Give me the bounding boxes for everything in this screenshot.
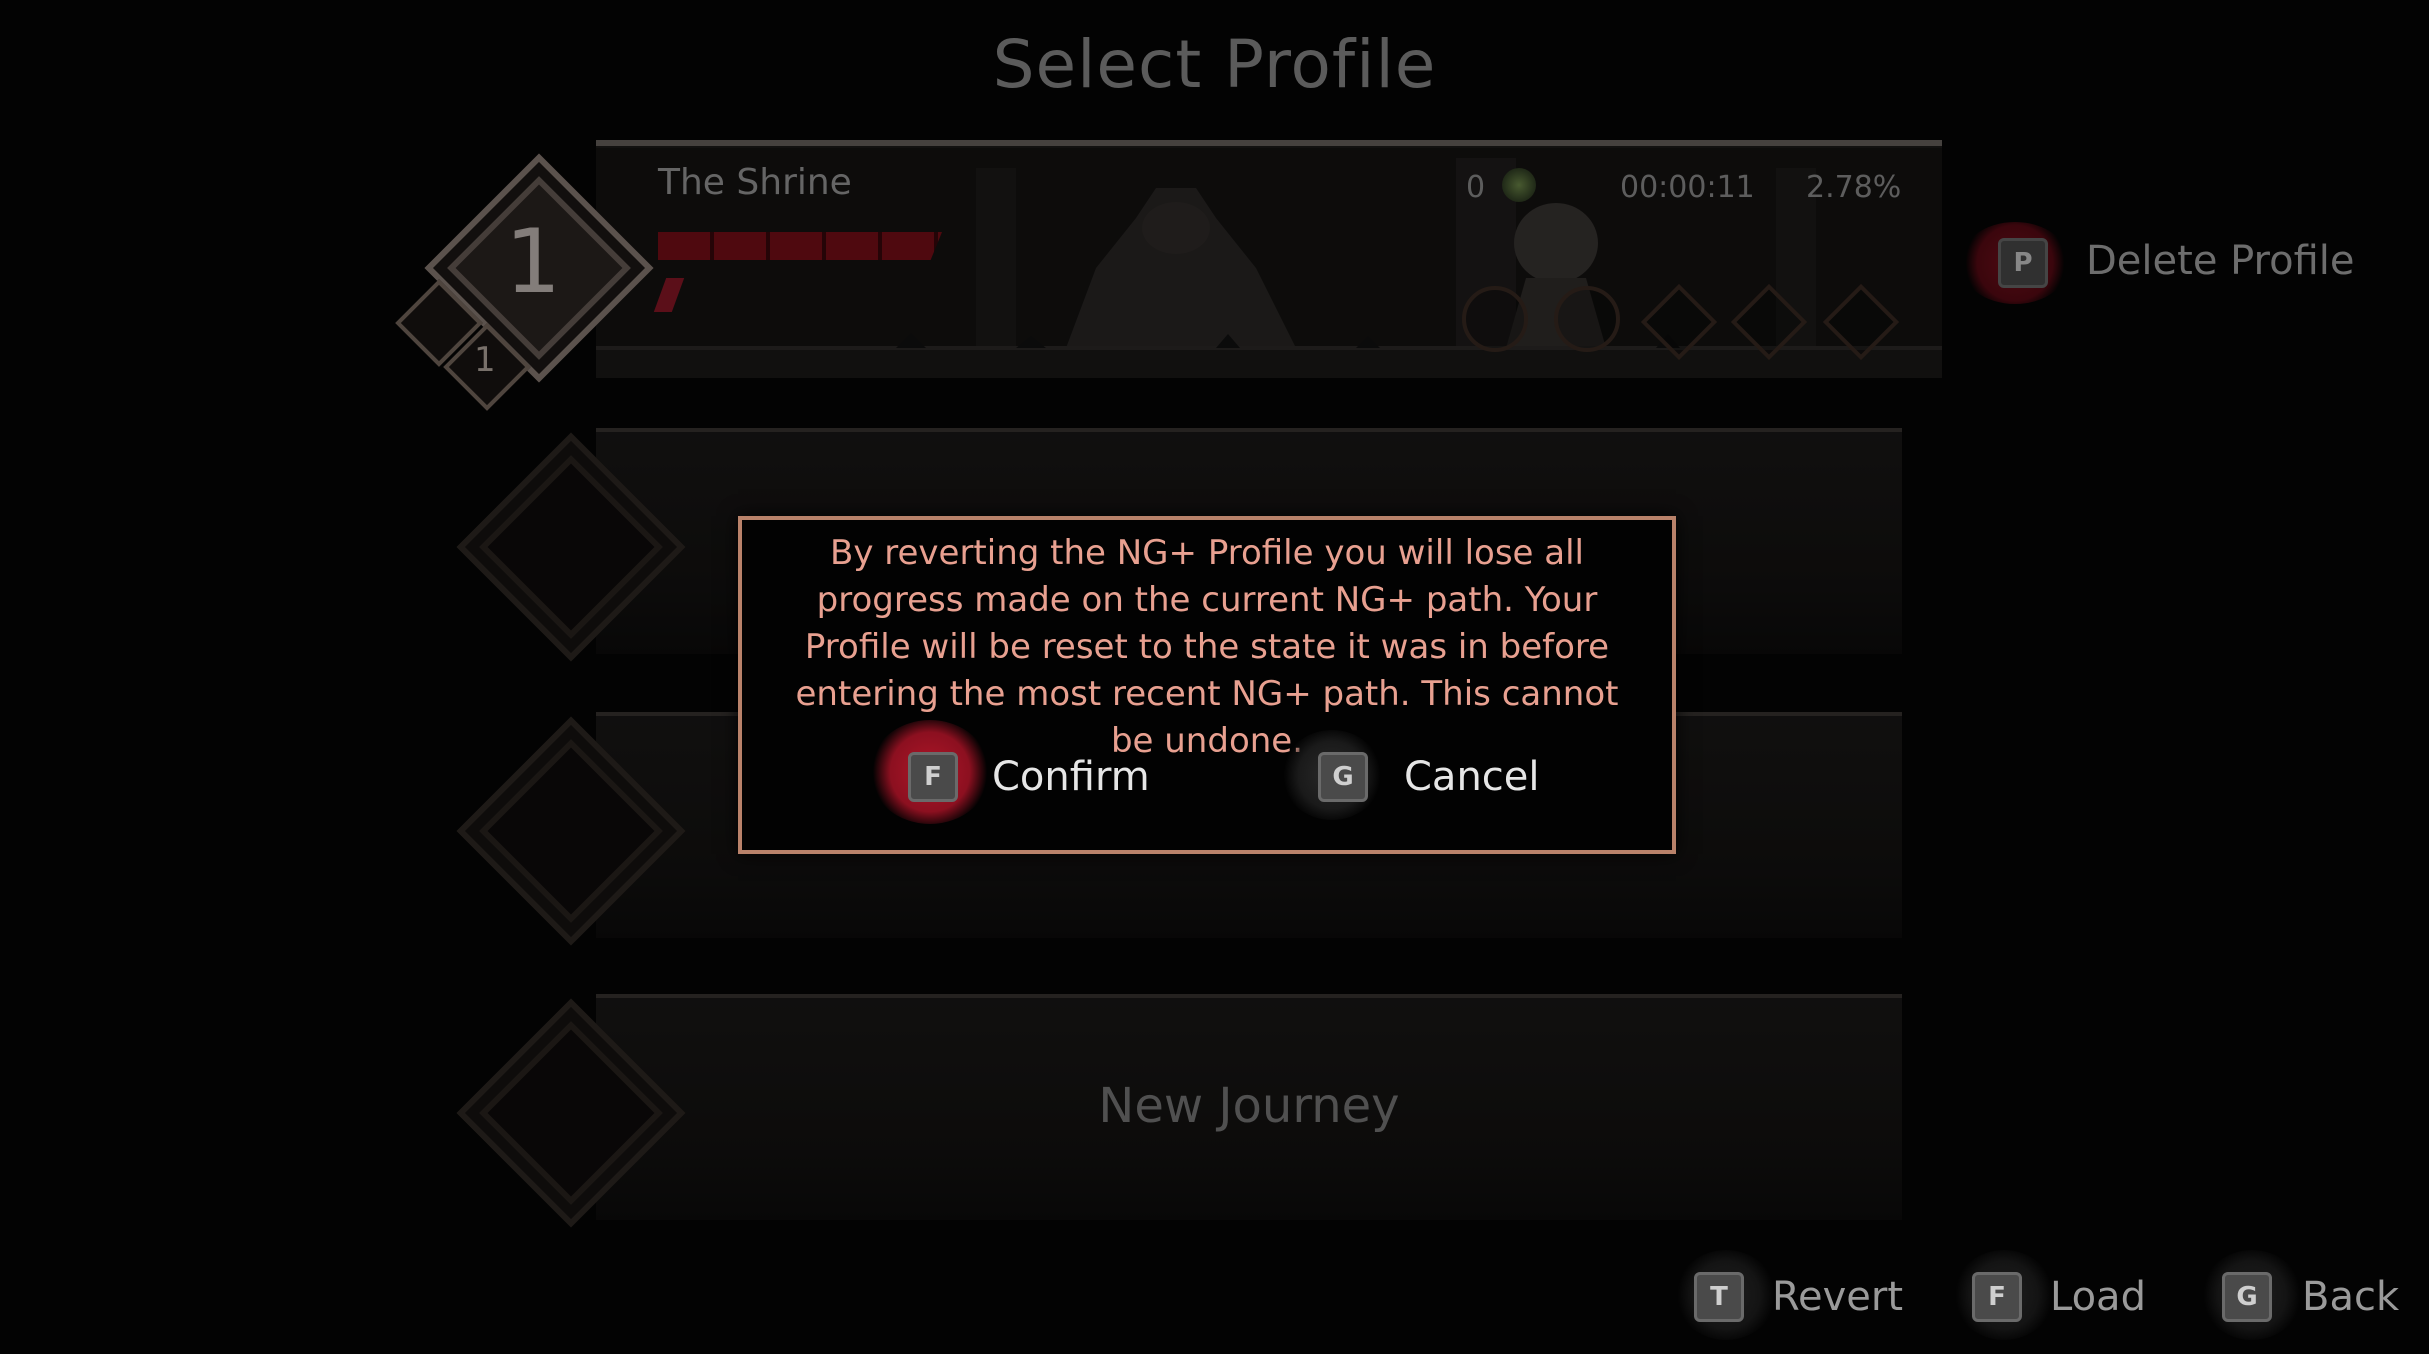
playtime: 00:00:11: [1620, 170, 1755, 205]
confirm-label: Confirm: [992, 754, 1150, 800]
relic-slot-icon: [1462, 286, 1528, 352]
key-glyph-icon: T: [1694, 1272, 1744, 1322]
currency-orb-icon: [1502, 168, 1536, 202]
revert-label: Revert: [1772, 1274, 1904, 1320]
back-label: Back: [2302, 1274, 2400, 1320]
key-glyph-icon: G: [2222, 1272, 2272, 1322]
key-glyph-icon: F: [908, 752, 958, 802]
cancel-label: Cancel: [1404, 754, 1540, 800]
key-glyph-icon: P: [1998, 238, 2048, 288]
profile-name: The Shrine: [658, 162, 852, 203]
delete-profile-label: Delete Profile: [2086, 238, 2355, 284]
relic-slot-icon: [1554, 286, 1620, 352]
completion-percent: 2.78%: [1806, 170, 1902, 205]
slot-number: 1: [505, 210, 561, 313]
page-title: Select Profile: [992, 26, 1437, 103]
new-journey-label: New Journey: [1098, 1078, 1400, 1134]
key-glyph-icon: G: [1318, 752, 1368, 802]
ng-level: 1: [474, 340, 496, 380]
key-glyph-icon: F: [1972, 1272, 2022, 1322]
revert-confirm-dialog: By reverting the NG+ Profile you will lo…: [738, 516, 1676, 854]
load-label: Load: [2050, 1274, 2146, 1320]
currency-count: 0: [1466, 170, 1486, 205]
health-bar: [658, 232, 942, 260]
